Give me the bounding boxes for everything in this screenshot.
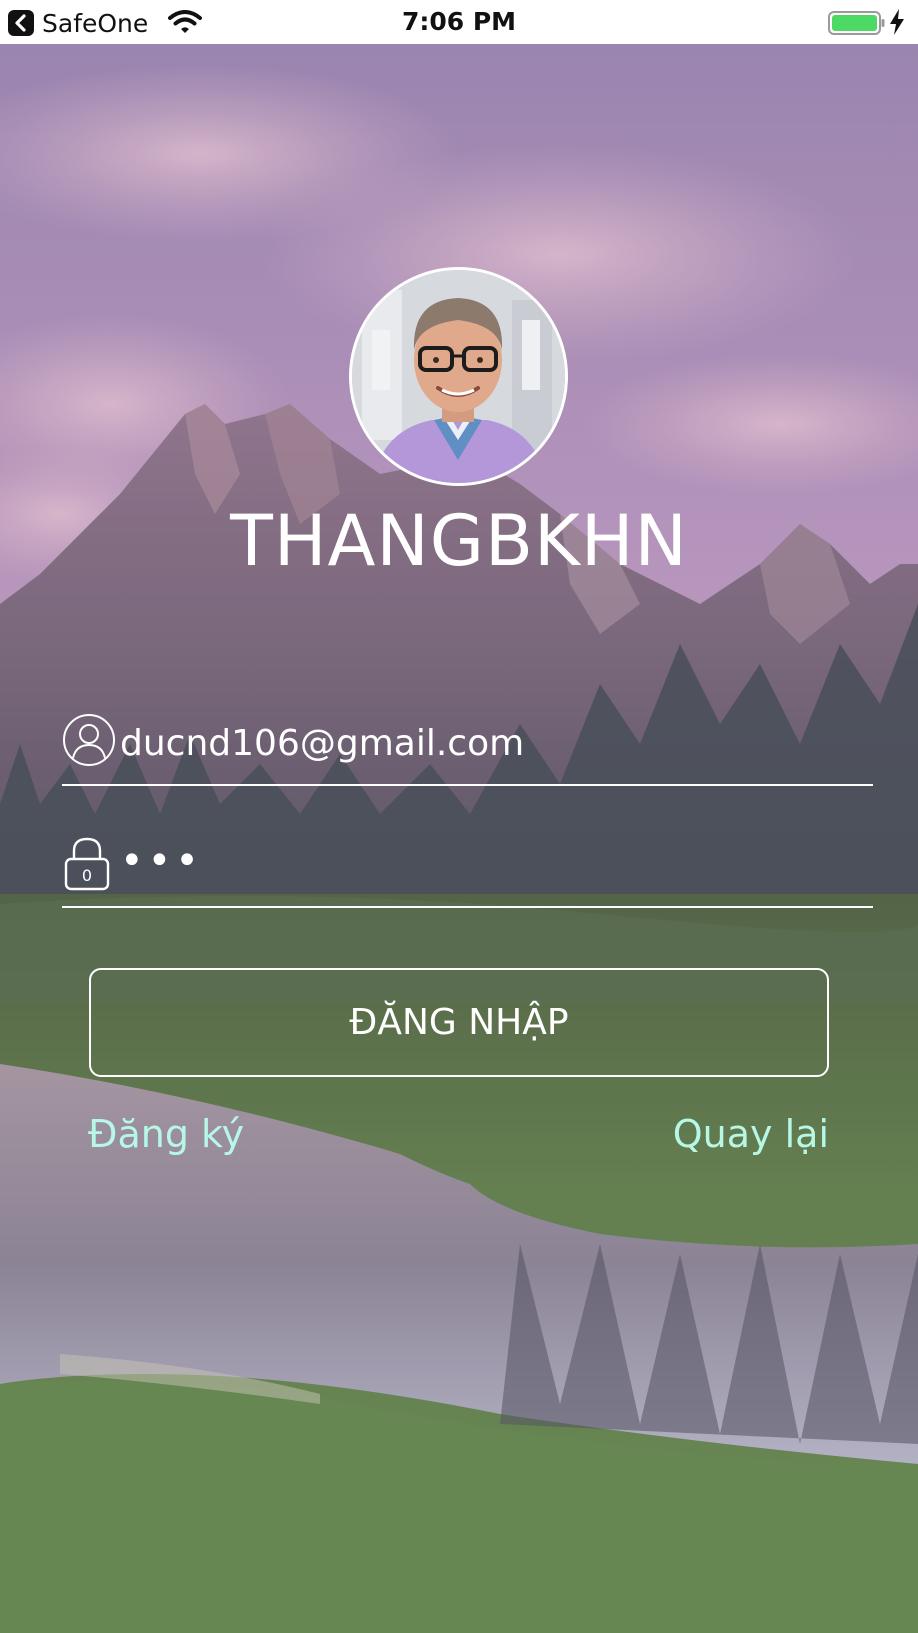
status-time: 7:06 PM	[401, 7, 517, 36]
email-input[interactable]	[120, 718, 860, 768]
register-link[interactable]: Đăng ký	[88, 1112, 244, 1156]
login-button[interactable]: ĐĂNG NHẬP	[89, 968, 829, 1077]
email-field[interactable]	[62, 710, 873, 786]
username-label: THANGBKHN	[230, 500, 688, 582]
status-bar: SafeOne 7:06 PM	[0, 0, 918, 44]
user-icon	[62, 713, 116, 771]
lock-icon-digit: 0	[82, 866, 92, 885]
lock-icon: 0	[62, 835, 112, 895]
password-field[interactable]: 0	[62, 832, 873, 908]
password-input[interactable]	[120, 836, 860, 886]
battery-icon	[828, 11, 886, 39]
profile-avatar[interactable]	[349, 267, 568, 486]
charging-bolt-icon	[889, 9, 905, 39]
back-link[interactable]: Quay lại	[673, 1112, 829, 1156]
